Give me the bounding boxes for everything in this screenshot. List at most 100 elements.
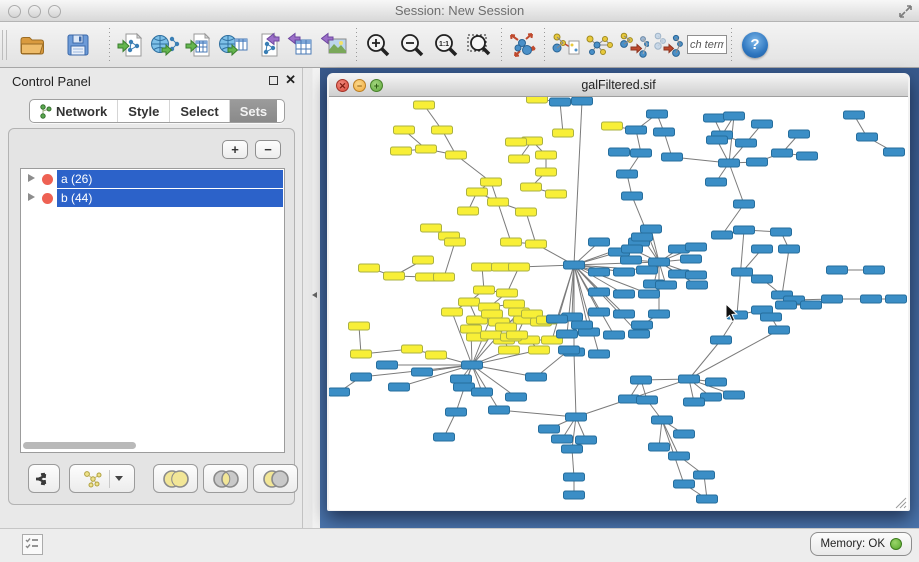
network-node-yellow[interactable] bbox=[509, 155, 530, 163]
network-node-blue[interactable] bbox=[631, 376, 652, 384]
memory-status-button[interactable]: Memory: OK bbox=[810, 532, 912, 556]
network-node-blue[interactable] bbox=[632, 233, 653, 241]
network-node-blue[interactable] bbox=[752, 245, 773, 253]
network-node-blue[interactable] bbox=[719, 159, 740, 167]
network-node-blue[interactable] bbox=[662, 153, 683, 161]
toolbar-drag-handle[interactable] bbox=[2, 30, 7, 60]
network-node-blue[interactable] bbox=[489, 406, 510, 414]
network-node-blue[interactable] bbox=[687, 281, 708, 289]
network-edge[interactable] bbox=[729, 163, 744, 204]
set-row-b[interactable]: b (44) bbox=[21, 189, 284, 207]
network-node-yellow[interactable] bbox=[553, 129, 574, 137]
network-node-yellow[interactable] bbox=[416, 145, 437, 153]
network-node-yellow[interactable] bbox=[458, 207, 479, 215]
network-node-blue[interactable] bbox=[712, 231, 733, 239]
network-node-blue[interactable] bbox=[547, 315, 568, 323]
network-node-blue[interactable] bbox=[412, 368, 433, 376]
network-node-yellow[interactable] bbox=[474, 286, 495, 294]
network-node-blue[interactable] bbox=[656, 281, 677, 289]
network-node-yellow[interactable] bbox=[526, 240, 547, 248]
network-node-blue[interactable] bbox=[861, 295, 882, 303]
network-node-blue[interactable] bbox=[631, 149, 652, 157]
network-node-yellow[interactable] bbox=[488, 198, 509, 206]
network-node-blue[interactable] bbox=[559, 346, 580, 354]
network-node-blue[interactable] bbox=[747, 158, 768, 166]
network-node-blue[interactable] bbox=[697, 495, 718, 503]
task-history-button[interactable] bbox=[22, 534, 43, 555]
network-node-blue[interactable] bbox=[566, 413, 587, 421]
network-node-blue[interactable] bbox=[686, 243, 707, 251]
network-node-blue[interactable] bbox=[526, 373, 547, 381]
tab-style[interactable]: Style bbox=[118, 100, 170, 122]
network-node-blue[interactable] bbox=[679, 375, 700, 383]
network-node-blue[interactable] bbox=[589, 308, 610, 316]
network-node-yellow[interactable] bbox=[359, 264, 380, 272]
network-node-yellow[interactable] bbox=[413, 256, 434, 264]
network-edge[interactable] bbox=[491, 182, 511, 242]
network-frame[interactable]: ✕ − + galFiltered.sif bbox=[327, 73, 910, 511]
network-node-yellow[interactable] bbox=[432, 126, 453, 134]
network-node-blue[interactable] bbox=[752, 275, 773, 283]
network-node-blue[interactable] bbox=[884, 148, 905, 156]
panel-splitter[interactable] bbox=[303, 68, 320, 528]
network-node-blue[interactable] bbox=[797, 152, 818, 160]
network-node-blue[interactable] bbox=[844, 111, 865, 119]
network-node-blue[interactable] bbox=[669, 452, 690, 460]
zoom-out-button[interactable] bbox=[395, 26, 429, 64]
network-node-blue[interactable] bbox=[589, 350, 610, 358]
network-node-blue[interactable] bbox=[589, 288, 610, 296]
network-node-blue[interactable] bbox=[626, 126, 647, 134]
network-node-yellow[interactable] bbox=[434, 273, 455, 281]
network-node-yellow[interactable] bbox=[472, 263, 493, 271]
tab-select[interactable]: Select bbox=[170, 100, 229, 122]
network-node-blue[interactable] bbox=[724, 112, 745, 120]
network-edge[interactable] bbox=[574, 262, 659, 265]
network-node-yellow[interactable] bbox=[446, 151, 467, 159]
network-node-blue[interactable] bbox=[472, 388, 493, 396]
network-node-blue[interactable] bbox=[864, 266, 885, 274]
network-node-yellow[interactable] bbox=[546, 190, 567, 198]
network-node-blue[interactable] bbox=[572, 321, 593, 329]
network-node-blue[interactable] bbox=[674, 480, 695, 488]
tab-sets[interactable]: Sets bbox=[230, 100, 277, 122]
network-node-blue[interactable] bbox=[706, 178, 727, 186]
network-node-yellow[interactable] bbox=[507, 331, 528, 339]
network-node-blue[interactable] bbox=[674, 430, 695, 438]
network-view[interactable] bbox=[329, 97, 908, 510]
network-node-blue[interactable] bbox=[736, 139, 757, 147]
network-node-blue[interactable] bbox=[351, 373, 372, 381]
network-node-yellow[interactable] bbox=[529, 346, 550, 354]
float-panel-button[interactable] bbox=[269, 76, 278, 85]
network-node-blue[interactable] bbox=[734, 200, 755, 208]
network-node-blue[interactable] bbox=[329, 388, 350, 396]
network-node-blue[interactable] bbox=[589, 238, 610, 246]
network-node-yellow[interactable] bbox=[536, 151, 557, 159]
hide-selected-button[interactable] bbox=[617, 26, 651, 64]
network-node-yellow[interactable] bbox=[501, 238, 522, 246]
network-node-yellow[interactable] bbox=[467, 188, 488, 196]
save-session-button[interactable] bbox=[61, 26, 95, 64]
network-node-blue[interactable] bbox=[734, 226, 755, 234]
import-table-file-button[interactable] bbox=[182, 26, 216, 64]
network-node-blue[interactable] bbox=[724, 391, 745, 399]
zoom-fit-selected-button[interactable] bbox=[463, 26, 497, 64]
network-node-blue[interactable] bbox=[614, 290, 635, 298]
network-node-blue[interactable] bbox=[434, 433, 455, 441]
set-label[interactable]: b (44) bbox=[57, 189, 283, 207]
network-node-yellow[interactable] bbox=[521, 183, 542, 191]
show-all-button[interactable] bbox=[651, 26, 685, 64]
network-node-blue[interactable] bbox=[704, 114, 725, 122]
network-node-blue[interactable] bbox=[637, 396, 658, 404]
network-node-blue[interactable] bbox=[506, 393, 527, 401]
import-table-url-button[interactable] bbox=[216, 26, 250, 64]
tab-network[interactable]: Network bbox=[30, 100, 118, 122]
network-node-blue[interactable] bbox=[576, 436, 597, 444]
network-node-blue[interactable] bbox=[654, 128, 675, 136]
network-node-yellow[interactable] bbox=[482, 310, 503, 318]
network-node-blue[interactable] bbox=[647, 110, 668, 118]
network-node-blue[interactable] bbox=[779, 245, 800, 253]
network-node-yellow[interactable] bbox=[506, 138, 527, 146]
network-node-blue[interactable] bbox=[572, 97, 593, 105]
network-node-blue[interactable] bbox=[752, 120, 773, 128]
export-table-button[interactable] bbox=[284, 26, 318, 64]
